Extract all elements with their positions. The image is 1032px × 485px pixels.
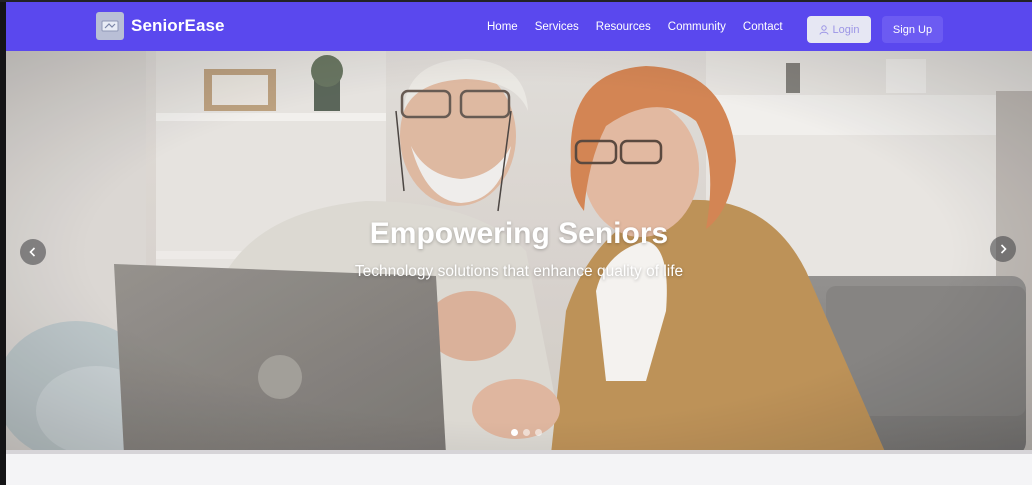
hero-carousel: Empowering Seniors Technology solutions … [6,51,1032,454]
signup-label: Sign Up [892,23,933,36]
brand-name: SeniorEase [131,16,225,35]
nav-link-home[interactable]: Home [487,21,518,33]
chevron-left-icon [29,247,36,257]
nav-link-services[interactable]: Services [535,21,579,33]
chevron-right-icon [1000,244,1007,254]
top-navbar: SeniorEase Home Services Resources Commu… [4,2,1032,51]
browser-screen: SeniorEase Home Services Resources Commu… [0,0,1032,485]
monitor-bezel [0,0,6,485]
login-button[interactable]: Login [807,16,871,43]
logo-icon [96,12,124,40]
carousel-prev-button[interactable] [20,239,46,265]
hero-image [6,51,1032,454]
monitor-bezel-top [0,0,1032,2]
signup-button[interactable]: Sign Up [882,16,943,43]
user-icon [819,24,829,35]
nav-links: Home Services Resources Community Contac… [487,21,800,33]
carousel-dot-1[interactable] [511,429,518,436]
hero-title: Empowering Seniors [369,217,669,250]
nav-link-community[interactable]: Community [668,21,726,33]
carousel-dot-2[interactable] [523,429,530,436]
content-section [6,454,1032,485]
hero-subtitle: Technology solutions that enhance qualit… [354,263,684,280]
carousel-next-button[interactable] [990,236,1016,262]
nav-link-resources[interactable]: Resources [596,21,651,33]
nav-link-contact[interactable]: Contact [743,21,783,33]
carousel-indicators [511,429,547,436]
brand[interactable]: SeniorEase [96,11,225,41]
login-label: Login [832,23,860,36]
carousel-dot-3[interactable] [535,429,542,436]
